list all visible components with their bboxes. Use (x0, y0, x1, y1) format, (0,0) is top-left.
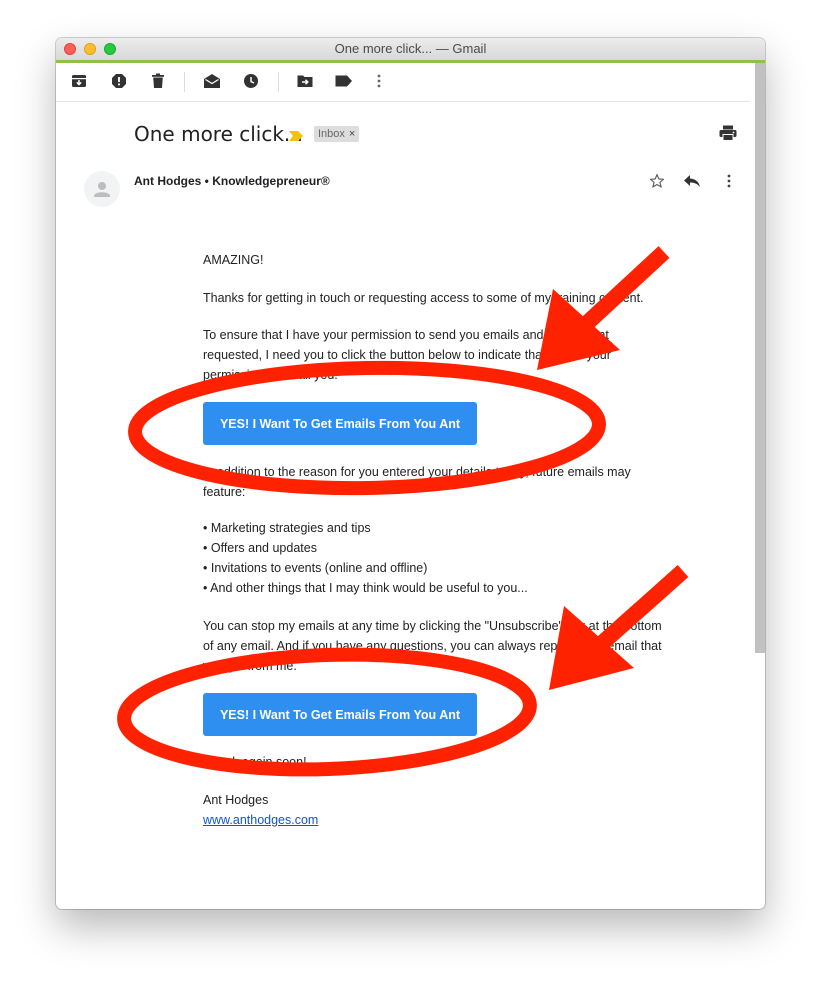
reply-icon[interactable] (682, 171, 702, 191)
email-paragraph: You can stop my emails at any time by cl… (203, 619, 662, 673)
message-more-icon[interactable] (719, 171, 739, 191)
email-subject: One more click... (134, 122, 304, 146)
email-greeting: AMAZING! (203, 253, 264, 267)
move-to-icon[interactable] (295, 71, 315, 91)
list-item: • Marketing strategies and tips (203, 521, 371, 535)
snooze-icon[interactable] (241, 71, 261, 91)
archive-icon[interactable] (69, 71, 89, 91)
sender-avatar (84, 171, 120, 207)
title-bar: One more click... — Gmail (56, 38, 765, 61)
print-icon[interactable] (719, 125, 737, 146)
email-paragraph: To ensure that I have your permission to… (203, 328, 611, 382)
inbox-label-text: Inbox (318, 128, 345, 140)
list-item: • Offers and updates (203, 541, 317, 555)
list-item: • And other things that I may think woul… (203, 581, 528, 595)
signature-block: www.anthodges.com (203, 810, 663, 830)
label-icon[interactable] (334, 71, 354, 91)
gmail-window: One more click... — Gmail One more click… (56, 38, 765, 909)
report-spam-icon[interactable] (109, 71, 129, 91)
remove-label-button[interactable]: × (349, 126, 355, 142)
scrollbar[interactable] (755, 63, 765, 653)
confirm-subscription-button[interactable]: YES! I Want To Get Emails From You Ant (203, 402, 477, 445)
email-signoff: Speak again soon! (203, 755, 307, 769)
email-paragraph: Thanks for getting in touch or requestin… (203, 291, 644, 305)
confirm-subscription-button[interactable]: YES! I Want To Get Emails From You Ant (203, 693, 477, 736)
email-paragraph: In addition to the reason for you entere… (203, 465, 631, 499)
toolbar-divider (184, 72, 185, 92)
delete-icon[interactable] (148, 71, 168, 91)
window-title: One more click... — Gmail (334, 41, 487, 56)
sender-name: Ant Hodges • Knowledgepreneur® (134, 174, 330, 188)
inbox-label-chip: Inbox × (314, 126, 360, 142)
message-toolbar (56, 63, 750, 102)
list-item: • Invitations to events (online and offl… (203, 561, 428, 575)
star-icon[interactable] (647, 171, 667, 191)
toolbar-divider (278, 72, 279, 92)
website-link[interactable]: www.anthodges.com (203, 813, 318, 827)
signature-name: Ant Hodges (203, 793, 269, 807)
benefits-list: • Marketing strategies and tips • Offers… (203, 518, 663, 598)
mark-unread-icon[interactable] (202, 71, 222, 91)
importance-marker-icon[interactable] (289, 128, 303, 146)
more-icon[interactable] (369, 71, 389, 91)
